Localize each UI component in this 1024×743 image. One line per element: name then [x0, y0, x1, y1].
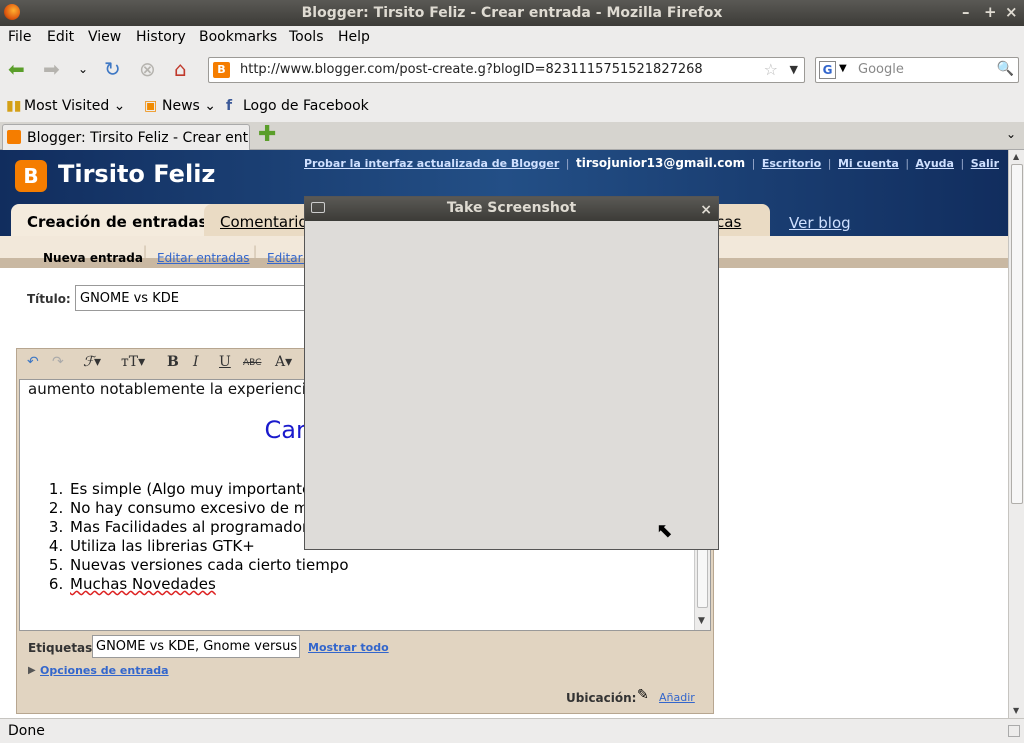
bold-icon[interactable]: B — [167, 354, 179, 370]
page-scroll-thumb[interactable] — [1011, 164, 1023, 504]
history-dropdown-icon[interactable]: ⌄ — [78, 58, 88, 80]
navigation-toolbar: ⬅ ➡ ⌄ ↻ ⊗ ⌂ B http://www.blogger.com/pos… — [0, 50, 1024, 90]
most-visited-icon: ▮▮ — [6, 98, 22, 114]
subtab-new-post[interactable]: Nueva entrada — [43, 251, 143, 265]
blogger-logo-icon: B — [15, 160, 47, 192]
scroll-down-icon[interactable]: ▼ — [698, 616, 705, 626]
title-input[interactable]: GNOME vs KDE — [75, 285, 315, 311]
bookmark-facebook[interactable]: Logo de Facebook — [243, 98, 369, 114]
menu-view[interactable]: View — [88, 29, 121, 45]
underline-icon[interactable]: U — [219, 354, 231, 370]
view-blog-link[interactable]: Ver blog — [789, 214, 851, 232]
redo-icon[interactable]: ↷ — [52, 354, 64, 370]
help-link[interactable]: Ayuda — [916, 157, 954, 170]
desktop-link[interactable]: Escritorio — [762, 157, 821, 170]
add-location-link[interactable]: Añadir — [659, 691, 695, 704]
labels-label: Etiquetas: — [28, 641, 98, 655]
dialog-title: Take Screenshot — [446, 200, 577, 216]
list-item: Muchas Novedades — [68, 575, 361, 594]
screenshot-dialog: Take Screenshot × — [304, 196, 719, 550]
menu-bookmarks[interactable]: Bookmarks — [199, 29, 277, 45]
maximize-button[interactable]: + — [984, 3, 997, 21]
rss-icon: ▣ — [144, 98, 158, 114]
window-titlebar: Blogger: Tirsito Feliz - Crear entrada -… — [0, 0, 1024, 26]
menu-bar: File Edit View History Bookmarks Tools H… — [0, 26, 1024, 50]
location-label: Ubicación: — [566, 691, 637, 705]
menu-file[interactable]: File — [8, 29, 31, 45]
bookmark-star-icon[interactable]: ☆ — [764, 60, 778, 79]
forward-icon[interactable]: ➡ — [43, 58, 60, 80]
blog-name: Tirsito Feliz — [58, 160, 216, 188]
status-bar: Done — [0, 718, 1024, 743]
expand-arrow-icon[interactable]: ▶ — [28, 665, 36, 676]
resize-grip-icon[interactable] — [1008, 725, 1020, 737]
tab-label: Blogger: Tirsito Feliz - Crear ent... — [27, 130, 249, 146]
font-size-icon[interactable]: тT▾ — [121, 354, 145, 370]
status-text: Done — [8, 723, 45, 739]
dialog-titlebar[interactable]: Take Screenshot × — [305, 197, 718, 221]
show-all-link[interactable]: Mostrar todo — [308, 641, 389, 654]
post-options-link[interactable]: Opciones de entrada — [40, 664, 169, 677]
url-dropdown-icon[interactable]: ▼ — [790, 63, 798, 76]
window-title: Blogger: Tirsito Feliz - Crear entrada -… — [301, 5, 723, 21]
dialog-close-button[interactable]: × — [700, 199, 712, 222]
blogger-favicon-icon: B — [213, 62, 230, 78]
search-engine-icon[interactable]: G — [819, 61, 836, 79]
menu-history[interactable]: History — [136, 29, 186, 45]
user-email: tirsojunior13@gmail.com — [575, 156, 746, 170]
menu-edit[interactable]: Edit — [47, 29, 74, 45]
minimize-button[interactable]: – — [962, 3, 970, 21]
close-window-button[interactable]: × — [1005, 3, 1018, 21]
subtab-edit-posts[interactable]: Editar entradas — [157, 251, 250, 265]
tab-bar: Blogger: Tirsito Feliz - Crear ent... ✚ … — [0, 122, 1024, 150]
bookmark-news[interactable]: News ⌄ — [162, 98, 216, 114]
facebook-icon: f — [226, 98, 233, 114]
search-engine-dropdown-icon[interactable]: ▼ — [839, 63, 847, 74]
menu-help[interactable]: Help — [338, 29, 370, 45]
account-link[interactable]: Mi cuenta — [838, 157, 899, 170]
labels-input[interactable]: GNOME vs KDE, Gnome versus I — [92, 635, 300, 658]
italic-icon[interactable]: I — [193, 354, 199, 370]
list-item: Nuevas versiones cada cierto tiempo — [68, 556, 361, 575]
search-bar[interactable]: G ▼ Google 🔍 — [815, 57, 1019, 83]
search-input[interactable]: Google — [858, 62, 904, 77]
title-label: Título: — [27, 292, 71, 306]
undo-icon[interactable]: ↶ — [27, 354, 39, 370]
tab-list-chevron-icon[interactable]: ⌄ — [1006, 127, 1016, 141]
blogger-tab-icon — [7, 130, 21, 144]
page-scroll-down-icon[interactable]: ▼ — [1013, 706, 1019, 715]
try-new-interface-link[interactable]: Probar la interfaz actualizada de Blogge… — [304, 157, 559, 170]
url-text: http://www.blogger.com/post-create.g?blo… — [240, 62, 703, 77]
text-color-icon[interactable]: A▾ — [275, 354, 292, 370]
search-icon[interactable]: 🔍 — [997, 61, 1014, 77]
reload-icon[interactable]: ↻ — [104, 58, 121, 80]
camera-icon — [311, 202, 325, 213]
page-scroll-up-icon[interactable]: ▲ — [1013, 152, 1019, 161]
bookmark-most-visited[interactable]: Most Visited ⌄ — [24, 98, 125, 114]
bookmarks-toolbar: ▮▮ Most Visited ⌄ ▣ News ⌄ f Logo de Fac… — [0, 90, 1024, 122]
top-links: Probar la interfaz actualizada de Blogge… — [304, 156, 999, 170]
url-bar[interactable]: B http://www.blogger.com/post-create.g?b… — [208, 57, 805, 83]
home-icon[interactable]: ⌂ — [174, 58, 187, 80]
stop-icon[interactable]: ⊗ — [139, 58, 156, 80]
font-family-icon[interactable]: ℱ▾ — [83, 354, 101, 370]
tab-blogger[interactable]: Blogger: Tirsito Feliz - Crear ent... — [2, 124, 250, 150]
strikethrough-icon[interactable]: ABC — [243, 358, 261, 368]
menu-tools[interactable]: Tools — [289, 29, 324, 45]
location-edit-icon[interactable]: ✎ — [637, 687, 649, 703]
page-scrollbar[interactable]: ▲ ▼ — [1008, 150, 1024, 718]
mouse-cursor-icon: ⬉ — [656, 518, 673, 542]
new-tab-icon[interactable]: ✚ — [258, 124, 276, 146]
back-icon[interactable]: ⬅ — [8, 58, 25, 80]
logout-link[interactable]: Salir — [971, 157, 999, 170]
tab-create-posts[interactable]: Creación de entradas — [11, 204, 224, 236]
